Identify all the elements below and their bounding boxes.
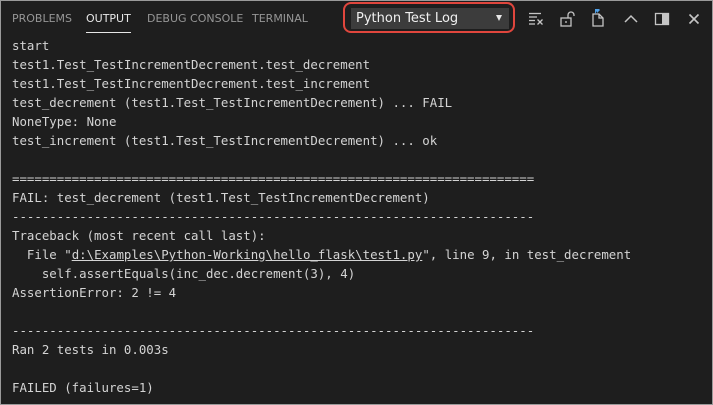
panel-header: PROBLEMS OUTPUT DEBUG CONSOLE TERMINAL P…	[1, 1, 712, 37]
file-path-link[interactable]: d:\Examples\Python-Working\hello_flask\t…	[72, 247, 423, 262]
output-line: test1.Test_TestIncrementDecrement.test_i…	[12, 76, 371, 91]
clear-output-icon	[529, 12, 543, 25]
close-panel-icon	[688, 13, 700, 25]
output-line: FAILED (failures=1)	[12, 380, 154, 395]
tab-debug-console[interactable]: DEBUG CONSOLE	[147, 1, 243, 37]
output-line-text: File "	[12, 247, 72, 262]
output-line: Ran 2 tests in 0.003s	[12, 342, 169, 357]
output-line: File "d:\Examples\Python-Working\hello_f…	[12, 245, 712, 264]
maximize-panel-button[interactable]	[621, 9, 641, 29]
output-line: Traceback (most recent call last):	[12, 228, 266, 243]
output-channel-label: Python Test Log	[356, 11, 459, 26]
output-panel: PROBLEMS OUTPUT DEBUG CONSOLE TERMINAL P…	[0, 0, 713, 405]
close-panel-button[interactable]	[684, 9, 704, 29]
output-line: FAIL: test_decrement (test1.Test_TestInc…	[12, 190, 430, 205]
output-text: start test1.Test_TestIncrementDecrement.t…	[12, 36, 712, 397]
output-channel-select[interactable]: Python Test Log	[351, 8, 509, 29]
output-line: test1.Test_TestIncrementDecrement.test_d…	[12, 57, 371, 72]
tab-output[interactable]: OUTPUT	[86, 1, 131, 37]
output-line: test_increment (test1.Test_TestIncrement…	[12, 133, 438, 148]
output-line: ----------------------------------------…	[12, 323, 535, 338]
clear-output-button[interactable]	[526, 9, 546, 29]
output-line: ----------------------------------------…	[12, 209, 535, 224]
output-line: AssertionError: 2 != 4	[12, 285, 177, 300]
output-line: NoneType: None	[12, 114, 117, 129]
output-line: ========================================…	[12, 171, 535, 186]
toggle-panel-layout-icon	[654, 12, 670, 26]
tab-problems[interactable]: PROBLEMS	[12, 1, 72, 37]
toggle-panel-layout-button[interactable]	[652, 9, 672, 29]
output-line-text: ", line 9, in test_decrement	[422, 247, 632, 262]
lock-scroll-icon	[560, 11, 575, 27]
maximize-panel-icon	[624, 14, 638, 23]
chevron-down-icon	[496, 15, 502, 21]
lock-scroll-button[interactable]	[557, 9, 577, 29]
output-line: self.assertEquals(inc_dec.decrement(3), …	[12, 266, 356, 281]
open-log-file-button[interactable]	[588, 9, 608, 29]
open-log-file-icon	[592, 9, 604, 27]
output-line: test_decrement (test1.Test_TestIncrement…	[12, 95, 453, 110]
output-line: start	[12, 38, 50, 53]
tab-terminal[interactable]: TERMINAL	[252, 1, 308, 37]
